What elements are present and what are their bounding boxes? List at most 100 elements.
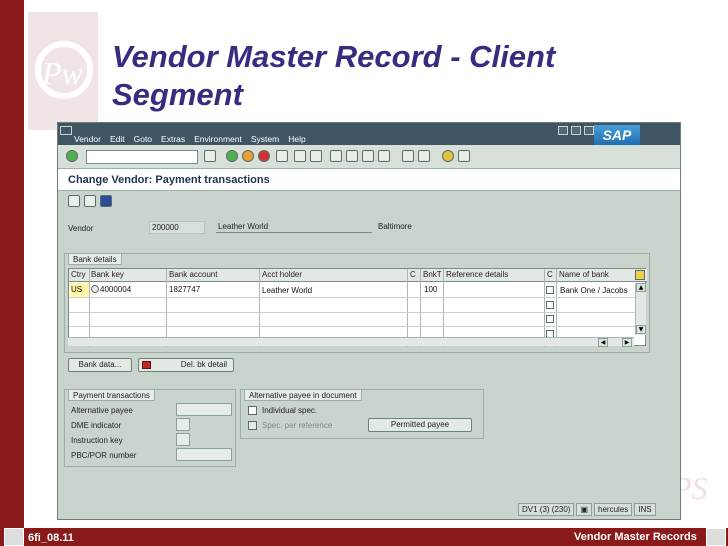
spec-per-reference-label: Spec. per reference xyxy=(262,421,333,430)
grid-line xyxy=(89,269,90,347)
slide-title-line-2: Segment xyxy=(112,77,243,112)
menu-bar: Vendor Edit Goto Extras Environment Syst… xyxy=(58,123,680,145)
minimize-button[interactable] xyxy=(558,126,568,135)
grid-line xyxy=(420,269,421,347)
find-next-icon[interactable] xyxy=(310,150,322,162)
col-reference-details[interactable]: Reference details xyxy=(446,270,544,279)
row1-bank-key[interactable]: 4000004 xyxy=(100,285,131,294)
application-toolbar xyxy=(58,191,680,211)
vendor-label: Vendor xyxy=(68,224,94,233)
payment-transactions-title: Payment transactions xyxy=(68,389,155,401)
create-session-icon[interactable] xyxy=(402,150,414,162)
command-field[interactable] xyxy=(86,150,198,164)
layout-menu-icon[interactable] xyxy=(458,150,470,162)
col-bnkt[interactable]: BnkT xyxy=(423,270,445,279)
bank-key-help-icon[interactable] xyxy=(91,285,99,293)
row1-acct-holder[interactable]: Leather World xyxy=(262,286,312,295)
help-icon[interactable] xyxy=(442,150,454,162)
first-page-icon[interactable] xyxy=(330,150,342,162)
row1-name-of-bank: Bank One / Jacobs xyxy=(560,286,628,295)
alternative-payee-input[interactable] xyxy=(176,403,232,416)
pbc-por-number-input[interactable] xyxy=(176,448,232,461)
find-icon[interactable] xyxy=(294,150,306,162)
bank-data-button[interactable]: Bank data... xyxy=(68,358,132,372)
col-acct-holder[interactable]: Acct holder xyxy=(262,270,406,279)
exit-icon[interactable] xyxy=(242,150,254,162)
grid-line xyxy=(259,269,260,347)
menu-extras[interactable]: Extras xyxy=(161,134,185,144)
close-button[interactable] xyxy=(584,126,594,135)
row2-checkbox[interactable] xyxy=(546,301,554,309)
system-menu-icon[interactable] xyxy=(60,126,72,135)
grid-line xyxy=(69,326,647,327)
grid-line xyxy=(544,269,545,347)
col-bank-account[interactable]: Bank account xyxy=(169,270,257,279)
scroll-up-arrow-icon[interactable]: ▲ xyxy=(636,283,646,292)
scroll-right-arrow-icon[interactable]: ▶ xyxy=(622,338,632,347)
row1-bank-account[interactable]: 1827747 xyxy=(169,285,200,294)
standard-toolbar xyxy=(58,145,680,169)
row3-checkbox[interactable] xyxy=(546,315,554,323)
instruction-key-label: Instruction key xyxy=(71,436,123,445)
dme-indicator-input[interactable] xyxy=(176,418,190,431)
grid-line xyxy=(69,297,647,298)
delete-bank-detail-button[interactable]: Del. bk detail xyxy=(138,358,234,372)
status-server: hercules xyxy=(594,503,633,516)
grid-line xyxy=(407,269,408,347)
scroll-left-arrow-icon[interactable]: ◀ xyxy=(598,338,608,347)
sap-window: Vendor Edit Goto Extras Environment Syst… xyxy=(57,122,681,520)
delete-icon xyxy=(142,361,151,369)
back-icon[interactable] xyxy=(226,150,238,162)
maximize-button[interactable] xyxy=(571,126,581,135)
window-controls xyxy=(558,126,594,135)
scroll-down-arrow-icon[interactable]: ▼ xyxy=(636,325,646,334)
vendor-name: Leather World xyxy=(216,221,372,233)
dme-indicator-label: DME indicator xyxy=(71,421,122,430)
previous-page-icon[interactable] xyxy=(346,150,358,162)
display-change-icon[interactable] xyxy=(84,195,96,207)
status-system: DV1 (3) (230) xyxy=(518,503,575,516)
info-icon[interactable] xyxy=(100,195,112,207)
svg-text:Pw: Pw xyxy=(41,55,84,91)
status-mode: INS xyxy=(634,503,656,516)
footer-section-title: Vendor Master Records xyxy=(574,531,697,543)
row1-bnkt[interactable]: 100 xyxy=(424,285,437,294)
footer-right-icon xyxy=(706,528,726,546)
print-icon[interactable] xyxy=(276,150,288,162)
row1-checkbox[interactable] xyxy=(546,286,554,294)
slide-title: Vendor Master Record - Client Segment xyxy=(112,38,712,114)
individual-spec-checkbox[interactable] xyxy=(248,406,257,415)
cancel-icon[interactable] xyxy=(258,150,270,162)
row1-ctry[interactable]: US xyxy=(71,285,82,294)
footer-slide-id: 6fi_08.11 xyxy=(28,532,74,544)
permitted-payee-button[interactable]: Permitted payee xyxy=(368,418,472,432)
col-ctry[interactable]: Ctry xyxy=(71,270,89,279)
shortcut-icon[interactable] xyxy=(418,150,430,162)
spec-per-reference-checkbox[interactable] xyxy=(248,421,257,430)
col-c1[interactable]: C xyxy=(410,270,420,279)
enter-icon[interactable] xyxy=(66,150,78,162)
status-toggle-icon[interactable]: ▣ xyxy=(576,503,593,516)
menu-vendor[interactable]: Vendor xyxy=(74,134,101,144)
other-vendor-icon[interactable] xyxy=(68,195,80,207)
table-vertical-scrollbar[interactable]: ▲ ▼ xyxy=(635,283,646,335)
instruction-key-input[interactable] xyxy=(176,433,190,446)
grid-line xyxy=(166,269,167,347)
individual-spec-label: Individual spec. xyxy=(262,406,318,415)
menu-system[interactable]: System xyxy=(251,134,279,144)
next-page-icon[interactable] xyxy=(362,150,374,162)
grid-line xyxy=(443,269,444,347)
menu-goto[interactable]: Goto xyxy=(134,134,152,144)
menu-environment[interactable]: Environment xyxy=(194,134,242,144)
vendor-number-field: 200000 xyxy=(149,221,205,234)
bank-details-table: Ctry Bank key Bank account Acct holder C… xyxy=(68,268,647,347)
table-settings-icon[interactable] xyxy=(635,270,645,280)
menu-help[interactable]: Help xyxy=(288,134,305,144)
menu-edit[interactable]: Edit xyxy=(110,134,125,144)
last-page-icon[interactable] xyxy=(378,150,390,162)
menu-items: Vendor Edit Goto Extras Environment Syst… xyxy=(74,134,306,144)
col-bank-key[interactable]: Bank key xyxy=(91,270,165,279)
col-name-of-bank[interactable]: Name of bank xyxy=(559,270,633,279)
save-icon[interactable] xyxy=(204,150,216,162)
table-horizontal-scrollbar[interactable]: ◀ ▶ xyxy=(68,337,634,347)
